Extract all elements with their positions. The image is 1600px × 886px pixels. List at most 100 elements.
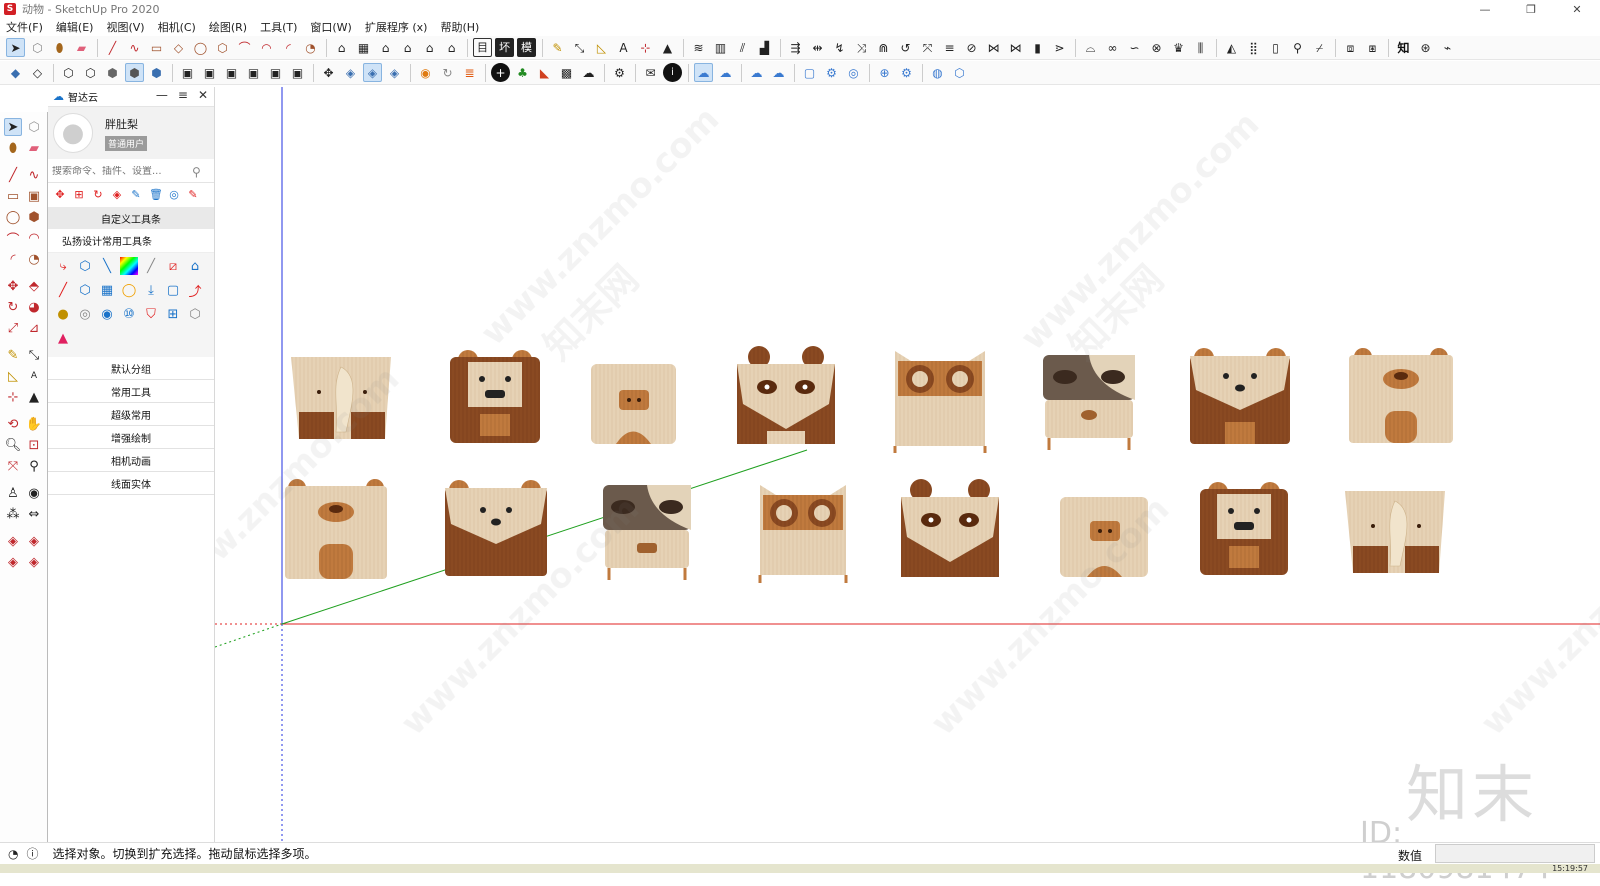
triangle-pink-icon[interactable]: ▲ [54, 329, 72, 347]
layers-quick-icon[interactable]: ◈ [111, 189, 123, 201]
home-view-icon[interactable]: ⌂ [376, 38, 395, 57]
plugin-tool-24-icon[interactable]: ⌿ [1310, 38, 1329, 57]
freehand-icon[interactable]: ∿ [25, 166, 43, 184]
section-plane-icon[interactable]: ⇔ [25, 505, 43, 523]
polygon-icon[interactable]: ⬡ [213, 38, 232, 57]
model-viewport[interactable]: www.znzmo.com www.znzmo.com www.znzmo.co… [215, 87, 1600, 842]
curve-icon[interactable]: ⤴ [186, 281, 204, 300]
credits-icon[interactable]: ⓘ [26, 845, 38, 862]
custom-toolbar-header[interactable]: 自定义工具条 [48, 207, 214, 229]
checker-icon[interactable]: ▩ [557, 63, 576, 82]
box-selected-icon[interactable]: ◈ [363, 63, 382, 82]
box-outline-icon[interactable]: ◈ [385, 63, 404, 82]
eraser-icon[interactable]: ▰ [25, 139, 43, 157]
avatar[interactable]: ● [53, 113, 93, 153]
category-enhanced-draw[interactable]: 增强绘制 [48, 426, 214, 449]
bulb-icon[interactable]: ◯ [120, 281, 138, 299]
circle-icon[interactable]: ◯ [4, 208, 22, 226]
monochrome-icon[interactable]: ⬢ [147, 63, 166, 82]
plugin-tool-1-icon[interactable]: ⇶ [786, 38, 805, 57]
zoom-extents-icon[interactable]: ⤧ [4, 457, 22, 475]
follow-me-icon[interactable]: ◕ [25, 298, 43, 316]
component-icon-6[interactable]: ▣ [288, 63, 307, 82]
tape-measure-icon[interactable]: ✎ [4, 346, 22, 364]
hex-blue-icon[interactable]: ⬡ [950, 63, 969, 82]
elephant-model-2[interactable] [1345, 491, 1445, 573]
scale-icon[interactable]: ⤢ [4, 319, 22, 337]
plugin-tool-26-icon[interactable]: ⧆ [1363, 38, 1382, 57]
plugin-tool-8-icon[interactable]: ≡ [940, 38, 959, 57]
position-camera-icon[interactable]: ♙ [4, 484, 22, 502]
plugin-tool-7-icon[interactable]: ⤧ [918, 38, 937, 57]
menu-edit[interactable]: 编辑(E) [56, 19, 94, 35]
move-tool-icon[interactable]: ✥ [4, 277, 22, 295]
pie-icon[interactable]: ◔ [301, 38, 320, 57]
category-common-tools[interactable]: 常用工具 [48, 380, 214, 403]
sandbox-from-scratch-icon[interactable]: ◈ [25, 532, 43, 550]
plugin-tool-14-icon[interactable]: ⌓ [1081, 38, 1100, 57]
cloud-upload-icon[interactable]: ☁ [579, 63, 598, 82]
edit-quick-icon[interactable]: ✎ [130, 189, 142, 201]
eye-icon[interactable]: ◉ [98, 305, 116, 323]
plugin-tool-5-icon[interactable]: ⋒ [874, 38, 893, 57]
bear-model-1[interactable] [1190, 348, 1290, 444]
zoom-previous-icon[interactable]: ⚲ [25, 457, 43, 475]
arc-icon[interactable]: ⌒ [235, 38, 254, 57]
look-around-icon[interactable]: ◉ [25, 484, 43, 502]
xray-icon[interactable]: ◆ [6, 63, 25, 82]
arc-3pt-icon[interactable]: ◜ [279, 38, 298, 57]
plugin-tool-18-icon[interactable]: ♛ [1169, 38, 1188, 57]
stamp-icon[interactable]: ◈ [25, 553, 43, 571]
plugin-tool-19-icon[interactable]: ⫼ [1191, 38, 1210, 57]
smoove-icon[interactable]: ◈ [4, 553, 22, 571]
diagonal-line-icon[interactable]: ╲ [98, 257, 116, 275]
zhi-text-button[interactable]: 知 [1394, 38, 1413, 57]
knife-icon[interactable]: ╱ [142, 257, 160, 275]
walk-icon[interactable]: ⁂ [4, 505, 22, 523]
plugin-tool-16-icon[interactable]: ∽ [1125, 38, 1144, 57]
cog-blue-icon[interactable]: ⚙ [897, 63, 916, 82]
toolbar-abbrev-2[interactable]: 坏 [495, 38, 514, 57]
select-tool-icon[interactable]: ➤ [6, 38, 25, 57]
wireframe-icon[interactable]: ⬡ [59, 63, 78, 82]
arc-2pt-icon[interactable]: ◠ [257, 38, 276, 57]
dog-model-1[interactable] [1349, 348, 1453, 443]
pan-icon[interactable]: ✋ [25, 415, 43, 433]
grid-wall-icon[interactable]: ▥ [711, 38, 730, 57]
info-icon[interactable]: i [663, 63, 682, 82]
dimension-icon[interactable]: ⤡ [25, 346, 43, 364]
3d-text-icon[interactable]: ▲ [25, 388, 43, 406]
line-red-icon[interactable]: ╱ [54, 281, 72, 299]
minimize-button[interactable]: — [1462, 0, 1508, 18]
download-icon[interactable]: ⤓ [142, 281, 160, 299]
warehouse-icon[interactable]: ⌂ [332, 38, 351, 57]
orbit-icon[interactable]: ⟲ [4, 415, 22, 433]
plugin-tool-25-icon[interactable]: ⧈ [1341, 38, 1360, 57]
rotated-rectangle-icon[interactable]: ◇ [169, 38, 188, 57]
house-front-icon[interactable]: ⌂ [398, 38, 417, 57]
menu-view[interactable]: 视图(V) [106, 19, 144, 35]
toolbar-abbrev-3[interactable]: 模 [517, 38, 536, 57]
check-circle-icon[interactable]: ◎ [844, 63, 863, 82]
plugin-tool-6-icon[interactable]: ↺ [896, 38, 915, 57]
eraser-icon[interactable]: ▰ [72, 38, 91, 57]
rotated-rectangle-icon[interactable]: ▣ [25, 187, 43, 205]
plugin-tool-11-icon[interactable]: ⋈ [1006, 38, 1025, 57]
arc-icon[interactable]: ⌒ [4, 229, 22, 248]
cube-icon[interactable]: ⬡ [186, 305, 204, 323]
toolbar-abbrev-1[interactable]: 目 [473, 38, 492, 57]
close-button[interactable]: ✕ [1554, 0, 1600, 18]
number-icon[interactable]: ⑩ [120, 305, 138, 323]
category-line-face-solid[interactable]: 线面实体 [48, 472, 214, 495]
plugin-tool-27-icon[interactable]: ⊛ [1416, 38, 1435, 57]
design-toolbar-tab[interactable]: 弘扬设计常用工具条 [48, 229, 214, 253]
line-tool-icon[interactable]: ╱ [4, 166, 22, 184]
extension-warehouse-icon[interactable]: ▦ [354, 38, 373, 57]
plugin-tool-15-icon[interactable]: ∞ [1103, 38, 1122, 57]
shaded-icon[interactable]: ⬢ [103, 63, 122, 82]
text-tool-icon[interactable]: A [614, 38, 633, 57]
plugin-tool-4-icon[interactable]: ⤨ [852, 38, 871, 57]
paint-bucket-icon[interactable]: ⬮ [50, 38, 69, 57]
basket-icon[interactable]: ⌂ [186, 257, 204, 275]
house-side-icon[interactable]: ⌂ [442, 38, 461, 57]
